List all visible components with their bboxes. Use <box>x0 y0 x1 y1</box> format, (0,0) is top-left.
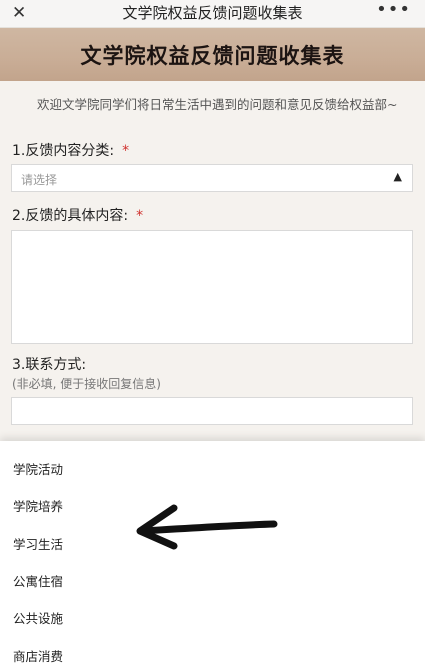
question-1-text: 1.反馈内容分类: <box>12 143 115 159</box>
page-title: 文学院权益反馈问题收集表 <box>80 44 345 68</box>
feedback-form: 欢迎文学院同学们将日常生活中遇到的问题和意见反馈给权益部~ 1.反馈内容分类: *… <box>0 81 425 441</box>
question-2-text: 2.反馈的具体内容: <box>12 208 129 224</box>
header-banner: 文学院权益反馈问题收集表 <box>0 28 425 81</box>
option-facilities[interactable]: 公共设施 <box>13 608 63 627</box>
required-mark: * <box>122 143 130 159</box>
required-mark: * <box>136 208 144 224</box>
option-study-life[interactable]: 学习生活 <box>13 534 63 553</box>
nav-title: 文学院权益反馈问题收集表 <box>122 4 303 22</box>
category-select[interactable]: 请选择 ▲ <box>11 164 413 192</box>
select-placeholder: 请选择 <box>21 173 58 187</box>
question-2-label: 2.反馈的具体内容: * <box>12 205 143 225</box>
option-training[interactable]: 学院培养 <box>13 496 63 515</box>
hand-drawn-arrow-icon <box>136 504 278 550</box>
chevron-up-icon: ▲ <box>393 170 402 183</box>
dropdown-sheet: 学院活动 学院培养 学习生活 公寓住宿 公共设施 商店消费 <box>0 441 425 667</box>
content-textarea[interactable] <box>11 230 413 344</box>
question-3-label: 3.联系方式: <box>12 357 87 373</box>
option-activities[interactable]: 学院活动 <box>13 459 63 478</box>
contact-hint: (非必填, 便于接收回复信息) <box>12 377 161 391</box>
nav-bar: ✕ 文学院权益反馈问题收集表 ••• <box>0 0 425 28</box>
intro-text: 欢迎文学院同学们将日常生活中遇到的问题和意见反馈给权益部~ <box>37 97 398 112</box>
contact-input[interactable] <box>11 397 413 425</box>
more-icon[interactable]: ••• <box>376 0 411 20</box>
question-1-label: 1.反馈内容分类: * <box>12 140 129 160</box>
option-shopping[interactable]: 商店消费 <box>13 646 63 665</box>
option-dorm[interactable]: 公寓住宿 <box>13 571 63 590</box>
